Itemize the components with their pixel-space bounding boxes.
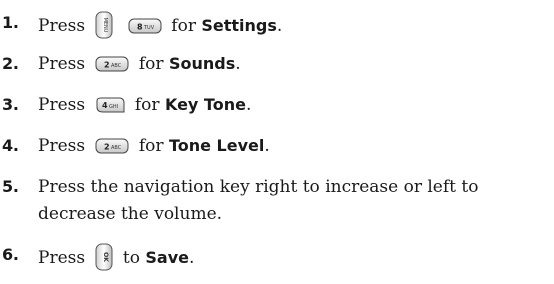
svg-text:4: 4 (102, 101, 108, 110)
svg-text:ABC: ABC (111, 63, 122, 69)
step-text: Press 2 ABC for Sounds. (38, 54, 241, 74)
step-number: 5. (2, 177, 19, 196)
svg-text:2: 2 (104, 143, 110, 152)
svg-text:ABC: ABC (111, 145, 122, 151)
for-text: for (138, 54, 164, 74)
step-number: 3. (2, 95, 19, 114)
target-save: Save (145, 248, 189, 267)
key-2-abc-icon: 2 ABC (95, 56, 129, 72)
press-text: Press (38, 248, 86, 268)
target-key-tone: Key Tone (164, 95, 246, 114)
target-sounds: Sounds (168, 54, 236, 73)
target-settings: Settings (201, 16, 277, 35)
step-text: Press MENU 8 TUV for Settings. (38, 11, 550, 39)
menu-key-icon: MENU (95, 11, 113, 39)
to-text: to (122, 248, 140, 268)
press-text: Press (38, 16, 86, 36)
key-2-abc-icon: 2 ABC (95, 138, 129, 154)
for-text: for (134, 95, 160, 115)
for-text: for (138, 136, 164, 156)
svg-text:GHI: GHI (109, 104, 118, 110)
step-number: 2. (2, 54, 19, 73)
step-text: Press 2 ABC for Tone Level. (38, 136, 270, 156)
press-text: Press (38, 54, 86, 74)
svg-text:8: 8 (137, 23, 143, 32)
step-text-line-1: Press the navigation key right to increa… (38, 177, 479, 197)
svg-text:TUV: TUV (143, 25, 155, 31)
press-text: Press (38, 136, 86, 156)
key-8-tuv-icon: 8 TUV (128, 18, 162, 34)
step-number: 4. (2, 136, 19, 155)
ok-key-icon: OK (95, 243, 113, 271)
press-text: Press (38, 95, 86, 115)
step-text: Press 4 GHI for Key Tone. (38, 95, 252, 115)
for-text: for (171, 16, 196, 36)
step-text-line-2: decrease the volume. (38, 204, 223, 224)
key-4-ghi-icon: 4 GHI (95, 97, 125, 113)
step-text: Press OK to Save. (38, 243, 550, 271)
svg-text:OK: OK (102, 252, 109, 262)
svg-text:MENU: MENU (102, 18, 108, 33)
step-number: 6. (2, 245, 19, 264)
target-tone-level: Tone Level (168, 136, 265, 155)
step-number: 1. (2, 13, 19, 32)
svg-text:2: 2 (104, 61, 110, 70)
